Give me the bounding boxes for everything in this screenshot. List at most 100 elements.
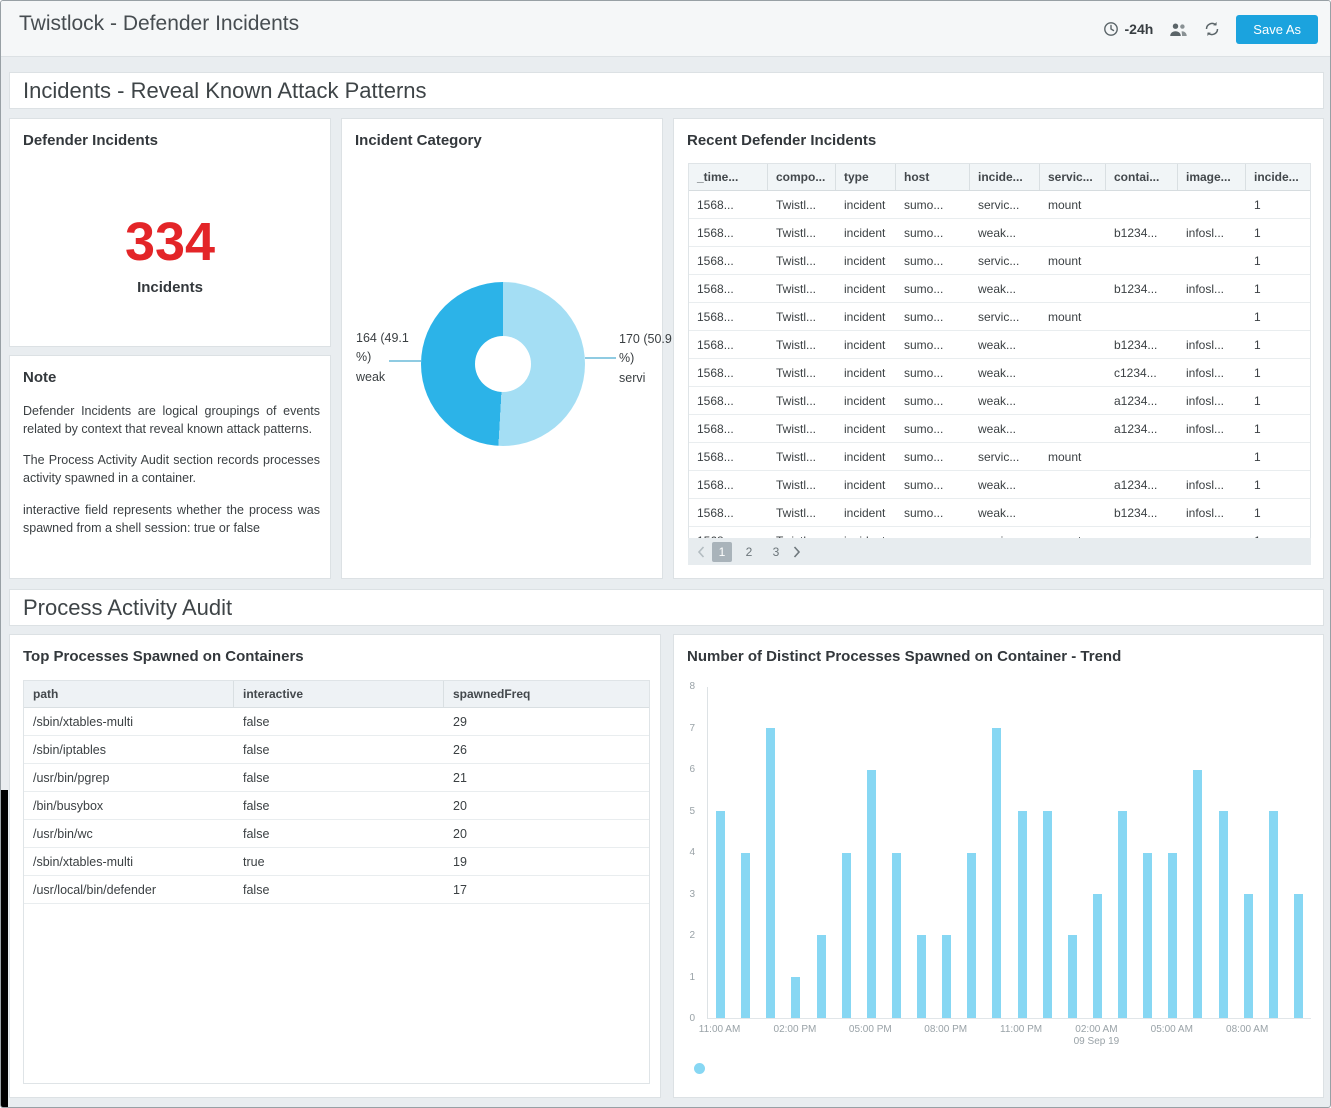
trend-bar-slot — [934, 687, 959, 1018]
trend-bar[interactable] — [1068, 935, 1077, 1018]
page-button-2[interactable]: 2 — [739, 542, 759, 562]
table-cell — [1040, 471, 1106, 498]
top-processes-header: pathinteractivespawnedFreq — [24, 681, 649, 708]
table-cell: sumo... — [896, 387, 970, 414]
table-row[interactable]: 1568...Twistl...incidentsumo...servic...… — [689, 527, 1310, 538]
trend-bar[interactable] — [1168, 853, 1177, 1019]
page-button-1[interactable]: 1 — [712, 542, 732, 562]
trend-bar[interactable] — [1219, 811, 1228, 1018]
trend-bar[interactable] — [892, 853, 901, 1019]
table-row[interactable]: /sbin/xtables-multifalse29 — [24, 708, 649, 736]
trend-bar[interactable] — [1143, 853, 1152, 1019]
defender-incident-count: 334 — [10, 215, 330, 269]
table-row[interactable]: /usr/bin/wcfalse20 — [24, 820, 649, 848]
table-cell: incident — [836, 331, 896, 358]
table-cell: false — [234, 708, 444, 735]
top-processes-table: pathinteractivespawnedFreq /sbin/xtables… — [23, 680, 650, 1084]
column-header[interactable]: compo... — [768, 164, 836, 190]
table-cell: weak... — [970, 275, 1040, 302]
trend-bar[interactable] — [1093, 894, 1102, 1018]
trend-bar[interactable] — [1294, 894, 1303, 1018]
table-row[interactable]: 1568...Twistl...incidentsumo...weak...b1… — [689, 499, 1310, 527]
prev-page-icon[interactable] — [697, 546, 705, 558]
trend-bar[interactable] — [1043, 811, 1052, 1018]
table-cell: servic... — [970, 247, 1040, 274]
trend-bar[interactable] — [917, 935, 926, 1018]
trend-bar[interactable] — [1118, 811, 1127, 1018]
table-row[interactable]: /sbin/iptablesfalse26 — [24, 736, 649, 764]
table-row[interactable]: 1568...Twistl...incidentsumo...weak...b1… — [689, 331, 1310, 359]
trend-bar[interactable] — [1018, 811, 1027, 1018]
trend-bar[interactable] — [766, 728, 775, 1018]
table-cell: sumo... — [896, 499, 970, 526]
trend-bar[interactable] — [1244, 894, 1253, 1018]
trend-bar[interactable] — [716, 811, 725, 1018]
table-cell: Twistl... — [768, 247, 836, 274]
table-row[interactable]: 1568...Twistl...incidentsumo...weak...a1… — [689, 471, 1310, 499]
panel-title-note: Note — [23, 369, 56, 386]
trend-legend-dot[interactable] — [694, 1063, 705, 1074]
column-header[interactable]: _time... — [689, 164, 768, 190]
dashboard-window: Twistlock - Defender Incidents -24h Save… — [0, 0, 1331, 1108]
trend-bar[interactable] — [942, 935, 951, 1018]
column-header[interactable]: host — [896, 164, 970, 190]
trend-bar[interactable] — [741, 853, 750, 1019]
table-cell: /usr/local/bin/defender — [24, 876, 234, 903]
column-header[interactable]: image... — [1178, 164, 1246, 190]
table-row[interactable]: 1568...Twistl...incidentsumo...weak...b1… — [689, 275, 1310, 303]
table-row[interactable]: /sbin/xtables-multitrue19 — [24, 848, 649, 876]
table-row[interactable]: /usr/local/bin/defenderfalse17 — [24, 876, 649, 904]
save-as-button[interactable]: Save As — [1236, 15, 1318, 44]
table-row[interactable]: 1568...Twistl...incidentsumo...weak...c1… — [689, 359, 1310, 387]
table-cell: weak... — [970, 331, 1040, 358]
trend-bar[interactable] — [1193, 770, 1202, 1018]
table-cell: sumo... — [896, 275, 970, 302]
table-row[interactable]: 1568...Twistl...incidentsumo...weak...a1… — [689, 415, 1310, 443]
table-row[interactable]: /usr/bin/pgrepfalse21 — [24, 764, 649, 792]
note-body: Defender Incidents are logical groupings… — [23, 402, 320, 550]
column-header[interactable]: servic... — [1040, 164, 1106, 190]
column-header[interactable]: spawnedFreq — [444, 681, 649, 707]
table-row[interactable]: 1568...Twistl...incidentsumo...weak...b1… — [689, 219, 1310, 247]
column-header[interactable]: type — [836, 164, 896, 190]
trend-bar[interactable] — [1269, 811, 1278, 1018]
table-row[interactable]: 1568...Twistl...incidentsumo...servic...… — [689, 303, 1310, 331]
column-header[interactable]: incide... — [1246, 164, 1311, 190]
trend-bar-slot — [1185, 687, 1210, 1018]
trend-bar[interactable] — [867, 770, 876, 1018]
x-tick-label: 11:00 AM — [685, 1024, 755, 1035]
trend-bar[interactable] — [967, 853, 976, 1019]
table-row[interactable]: 1568...Twistl...incidentsumo...servic...… — [689, 443, 1310, 471]
table-cell: c1234... — [1106, 359, 1178, 386]
table-cell: 1568... — [689, 331, 768, 358]
panel-process-trend: Number of Distinct Processes Spawned on … — [673, 634, 1324, 1098]
panel-title-incident-category: Incident Category — [355, 132, 482, 149]
column-header[interactable]: incide... — [970, 164, 1040, 190]
table-cell — [1178, 303, 1246, 330]
next-page-icon[interactable] — [793, 546, 801, 558]
trend-bar[interactable] — [817, 935, 826, 1018]
table-cell: 1568... — [689, 443, 768, 470]
table-cell: sumo... — [896, 443, 970, 470]
table-cell: infosl... — [1178, 359, 1246, 386]
table-cell: Twistl... — [768, 387, 836, 414]
column-header[interactable]: interactive — [234, 681, 444, 707]
table-row[interactable]: 1568...Twistl...incidentsumo...weak...a1… — [689, 387, 1310, 415]
table-row[interactable]: /bin/busyboxfalse20 — [24, 792, 649, 820]
page-button-3[interactable]: 3 — [766, 542, 786, 562]
column-header[interactable]: contai... — [1106, 164, 1178, 190]
table-row[interactable]: 1568...Twistl...incidentsumo...servic...… — [689, 191, 1310, 219]
panel-recent-incidents: Recent Defender Incidents _time...compo.… — [673, 118, 1324, 579]
trend-bar[interactable] — [992, 728, 1001, 1018]
share-users-icon[interactable] — [1169, 22, 1188, 37]
time-range-control[interactable]: -24h — [1103, 21, 1154, 37]
x-tick-label: 05:00 AM — [1137, 1024, 1207, 1035]
y-tick-label: 7 — [689, 723, 695, 734]
column-header[interactable]: path — [24, 681, 234, 707]
table-cell: 1 — [1246, 191, 1311, 218]
refresh-icon[interactable] — [1204, 21, 1220, 37]
trend-bar[interactable] — [791, 977, 800, 1018]
table-row[interactable]: 1568...Twistl...incidentsumo...servic...… — [689, 247, 1310, 275]
table-cell: weak... — [970, 387, 1040, 414]
trend-bar[interactable] — [842, 853, 851, 1019]
